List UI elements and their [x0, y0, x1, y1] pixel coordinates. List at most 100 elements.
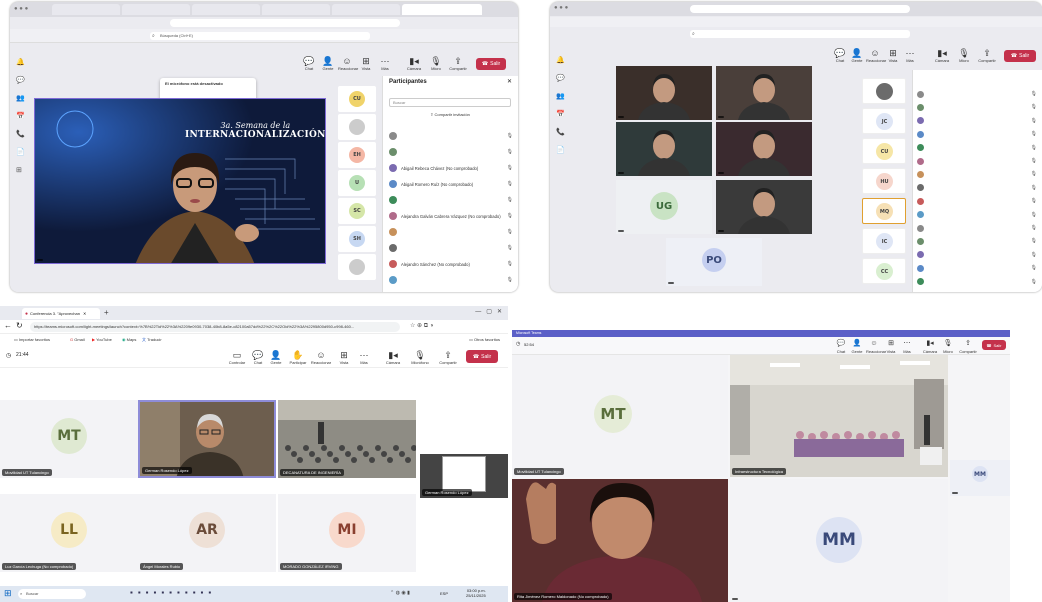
new-tab-button[interactable]: +	[104, 308, 109, 317]
share-button[interactable]: ⇪ Compartir	[448, 56, 468, 71]
browser-tab[interactable]	[52, 4, 120, 15]
react-button[interactable]: ☺ Reaccionar	[866, 48, 886, 63]
participant-row[interactable]: 🎙	[389, 146, 517, 158]
chat-icon[interactable]: 💬	[16, 72, 30, 90]
video-tile[interactable]	[716, 66, 812, 120]
mic-button[interactable]: 🎙 Micrófono	[408, 350, 432, 365]
react-button[interactable]: ☺ Reaccionar	[866, 339, 886, 354]
video-tile[interactable]	[716, 180, 812, 234]
chat-icon[interactable]: 💬	[556, 70, 570, 88]
leave-button[interactable]: ☎ Salir	[982, 340, 1006, 350]
back-icon[interactable]: ←	[4, 321, 12, 330]
window-controls[interactable]: ● ● ●	[14, 6, 28, 12]
video-tile[interactable]: MI MORADO GONZÁLEZ IRVING	[278, 494, 416, 572]
activity-icon[interactable]: 🔔	[556, 52, 570, 70]
share-invite-button[interactable]: ⇪ Compartir invitación	[389, 111, 511, 119]
participant-row[interactable]: 🎙	[917, 249, 1041, 261]
video-tile[interactable]: MT Movilidad UT Tulancingo	[0, 400, 138, 478]
video-tile[interactable]: UG	[616, 180, 712, 234]
view-button[interactable]: ⊞ Vista	[884, 339, 898, 354]
browser-extension-icons[interactable]: ☆ ⊕ ⧉ ◑	[410, 322, 433, 330]
video-tile[interactable]	[716, 122, 812, 176]
apps-icon[interactable]: ⊞	[16, 162, 30, 180]
participant-row[interactable]: 🎙	[389, 242, 517, 254]
participant-row[interactable]: 🎙	[917, 195, 1041, 207]
participant-thumb[interactable]: SH	[338, 226, 376, 252]
bookmark-gmail[interactable]: G Gmail	[70, 337, 85, 342]
bookmark-maps[interactable]: ◉ Maps	[122, 337, 136, 342]
participant-thumb[interactable]	[338, 114, 376, 140]
chat-button[interactable]: 💬 Chat	[250, 350, 266, 365]
participant-row[interactable]: 🎙	[389, 194, 517, 206]
shared-content-thumbnail[interactable]: German Rosendo López	[420, 454, 508, 498]
share-button[interactable]: ⇪ Compartir	[976, 48, 998, 63]
address-bar[interactable]	[690, 5, 910, 13]
browser-tab[interactable]	[192, 4, 260, 15]
video-tile[interactable]: LL Luz García Lechuga (No comprobado)	[0, 494, 138, 572]
leave-button[interactable]: ☎ Salir	[476, 58, 506, 70]
participant-row[interactable]: 🎙	[917, 235, 1041, 247]
search-input[interactable]: ⌕	[690, 30, 910, 38]
activity-icon[interactable]: 🔔	[16, 54, 30, 72]
participant-row[interactable]: 🎙	[917, 209, 1041, 221]
share-button[interactable]: ⇪ Compartir	[436, 350, 460, 365]
video-tile-room[interactable]: Infraestructura Tecnológica	[730, 355, 948, 477]
browser-tab-active[interactable]	[402, 4, 482, 15]
people-button[interactable]: 👤 Gente	[268, 350, 284, 365]
participant-row[interactable]: 🎙	[917, 168, 1041, 180]
participant-thumb[interactable]: EH	[338, 142, 376, 168]
video-tile-mini-mm[interactable]: MM	[950, 460, 1010, 496]
mic-button[interactable]: 🎙 Micro	[954, 48, 974, 63]
view-button[interactable]: ⊞ Vista	[885, 48, 901, 63]
files-icon[interactable]: 📄	[16, 144, 30, 162]
calls-icon[interactable]: 📞	[556, 124, 570, 142]
chat-button[interactable]: 💬 Chat	[834, 339, 848, 354]
video-tile[interactable]	[616, 122, 712, 176]
leave-button[interactable]: ☎ Salir	[466, 350, 498, 363]
url-input[interactable]: https://teams.microsoft.com/light-meetin…	[30, 322, 400, 332]
participant-thumb[interactable]	[338, 254, 376, 280]
participant-row[interactable]: 🎙	[917, 155, 1041, 167]
participant-row[interactable]: 🎙	[917, 262, 1041, 274]
window-controls[interactable]: ● ● ●	[554, 5, 568, 11]
calendar-icon[interactable]: 📅	[556, 106, 570, 124]
participant-row[interactable]: 🎙	[917, 101, 1041, 113]
participant-thumb[interactable]	[862, 78, 906, 104]
video-tile-speaker[interactable]: Rita Jiménez Romero Maldonado (No compro…	[512, 479, 728, 602]
more-button[interactable]: ⋯ Más	[356, 350, 372, 365]
leave-button[interactable]: ☎ Salir	[1004, 50, 1036, 62]
browser-tab[interactable]	[122, 4, 190, 15]
participant-row[interactable]: 🎙	[917, 182, 1041, 194]
view-button[interactable]: ⊞ Vista	[336, 350, 352, 365]
teams-icon[interactable]: 👥	[556, 88, 570, 106]
camera-button[interactable]: ▮◂ Cámara	[932, 48, 952, 63]
participant-row[interactable]: Alejandro Sánchez (No comprobado) 🎙	[389, 258, 517, 270]
participant-thumb[interactable]: JC	[862, 108, 906, 134]
browser-tab[interactable]	[332, 4, 400, 15]
video-tile-mm[interactable]: MM	[730, 479, 948, 602]
bookmark-import[interactable]: ▭ Importar favoritos	[14, 337, 50, 342]
react-button[interactable]: ☺ Reaccionar	[310, 350, 332, 365]
participant-row[interactable]: 🎙	[917, 222, 1041, 234]
calls-icon[interactable]: 📞	[16, 126, 30, 144]
calendar-icon[interactable]: 📅	[16, 108, 30, 126]
camera-button[interactable]: ▮◂ Cámara	[382, 350, 404, 365]
participant-row[interactable]: 🎙	[389, 130, 517, 142]
react-button[interactable]: ☺ Reaccionar	[338, 56, 358, 71]
participant-thumb[interactable]: MQ	[862, 198, 906, 224]
reload-icon[interactable]: ↻	[16, 321, 23, 330]
browser-tab[interactable]	[262, 4, 330, 15]
participant-thumb[interactable]: IC	[862, 228, 906, 254]
share-button[interactable]: ⇪ Compartir	[958, 339, 978, 354]
search-input[interactable]: ⌕ Búsqueda (Ctrl+E)	[150, 32, 370, 40]
video-tile-po[interactable]: PO	[666, 238, 762, 286]
participant-thumb[interactable]: CU	[338, 86, 376, 112]
view-button[interactable]: ⊞ Vista	[357, 56, 375, 71]
tray-icons[interactable]: ⌃ ◍ ◉ ▮	[390, 590, 410, 596]
address-bar[interactable]	[170, 19, 400, 27]
video-tile[interactable]	[616, 66, 712, 120]
video-tile[interactable]: DECANATURA DE INGENIERÍA	[278, 400, 416, 478]
participant-row[interactable]: 🎙	[389, 226, 517, 238]
bookmark-youtube[interactable]: ▶ YouTube	[92, 337, 112, 342]
people-button[interactable]: 👤 Gente	[849, 48, 865, 63]
